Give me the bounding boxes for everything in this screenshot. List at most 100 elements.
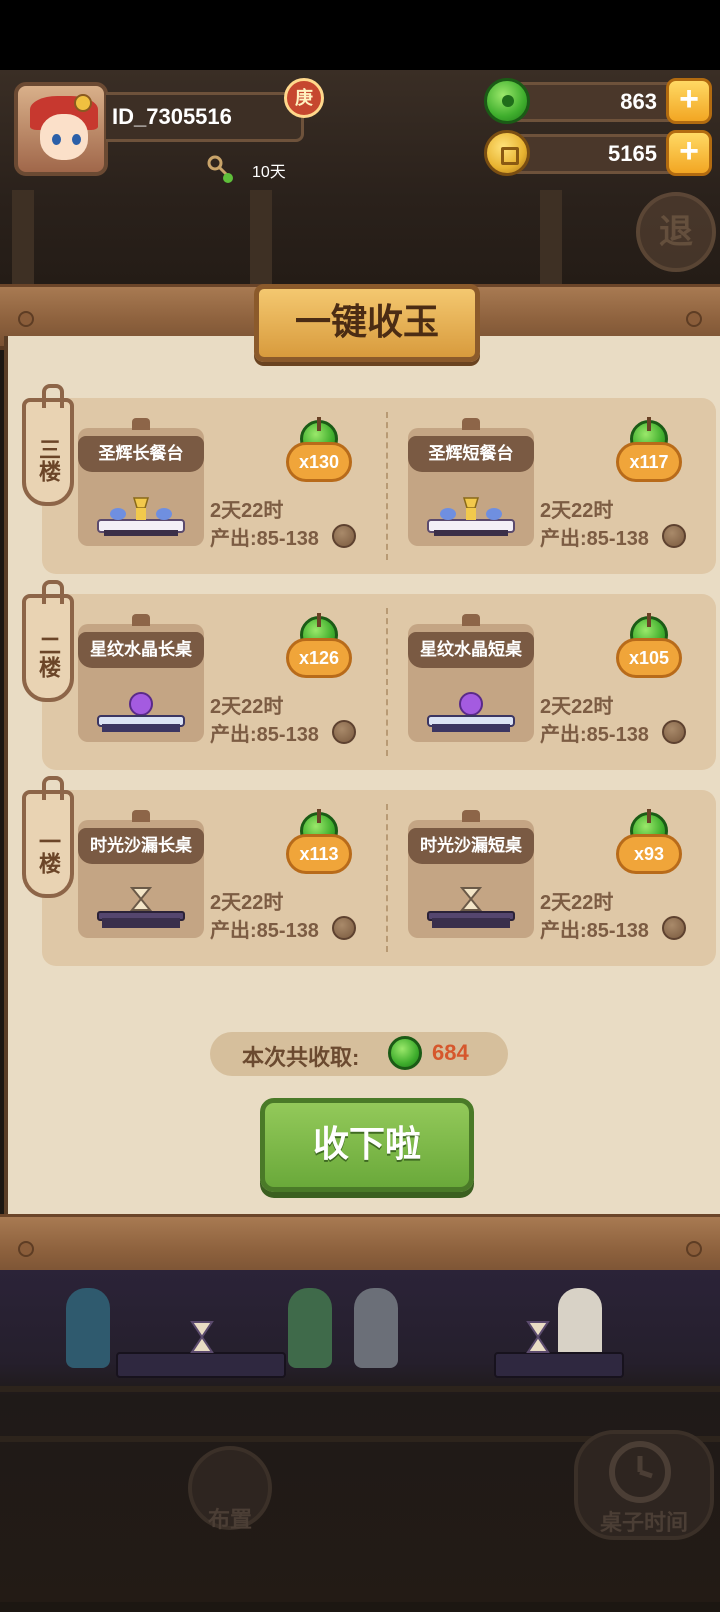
coin-icon — [332, 916, 356, 940]
floor-line — [0, 1386, 720, 1392]
jade-count-badge: x126 — [286, 613, 352, 678]
jade-icon — [388, 1036, 422, 1070]
exit-button[interactable]: 退 — [636, 192, 716, 272]
furniture-name: 星纹水晶长桌 — [78, 632, 204, 668]
output-range: 产出:85-138 — [540, 920, 649, 942]
jade-count-badge: x113 — [286, 809, 352, 874]
furniture-item: 圣辉短餐台 x117 2天22时 产出:85-138 — [372, 412, 686, 562]
player-id: ID_7305516 — [106, 92, 304, 142]
clock-icon — [609, 1441, 671, 1503]
total-value: 684 — [432, 1040, 469, 1065]
hourglass-icon — [190, 1321, 214, 1353]
floor-card-1: 一楼 时光沙漏长桌 x113 2天22时 产出:85-138 时光沙漏短桌 x9… — [22, 776, 716, 966]
floor-card-2: 二楼 星纹水晶长桌 x126 2天22时 产出:85-138 星纹水晶短桌 x1… — [22, 580, 716, 770]
jade-count: x117 — [616, 442, 682, 482]
background-beam — [540, 190, 562, 285]
furniture-item: 时光沙漏长桌 x113 2天22时 产出:85-138 — [42, 804, 356, 954]
jade-count: x126 — [286, 638, 352, 678]
jade-count: x105 — [616, 638, 682, 678]
output-range: 产出:85-138 — [540, 724, 649, 746]
furniture-item: 星纹水晶长桌 x126 2天22时 产出:85-138 — [42, 608, 356, 758]
time-remaining: 2天22时 — [210, 500, 284, 522]
background-beam — [250, 190, 272, 285]
coin-icon — [332, 720, 356, 744]
thumb-hook — [132, 418, 150, 430]
jade-count: x93 — [616, 834, 682, 874]
scene-table — [494, 1352, 624, 1378]
furniture-name: 星纹水晶短桌 — [408, 632, 534, 668]
furniture-item: 圣辉长餐台 x130 2天22时 产出:85-138 — [42, 412, 356, 562]
time-remaining: 2天22时 — [210, 696, 284, 718]
output-range: 产出:85-138 — [540, 528, 649, 550]
avatar-eye — [52, 134, 61, 145]
thumb-hook — [462, 614, 480, 626]
total-label: 本次共收取: — [242, 1045, 360, 1070]
time-remaining: 2天22时 — [540, 696, 614, 718]
customer-character — [66, 1288, 110, 1368]
furniture-name: 时光沙漏短桌 — [408, 828, 534, 864]
panel-title: 一键收玉 — [254, 284, 480, 362]
days-remaining: 10天 — [252, 164, 286, 181]
furniture-thumbnail: 圣辉长餐台 — [78, 418, 204, 546]
thumb-hook — [132, 614, 150, 626]
furniture-item: 星纹水晶短桌 x105 2天22时 产出:85-138 — [372, 608, 686, 758]
furniture-thumbnail: 圣辉短餐台 — [408, 418, 534, 546]
coin-icon — [484, 130, 530, 176]
coin-icon — [332, 524, 356, 548]
customer-character — [288, 1288, 332, 1368]
player-avatar[interactable] — [14, 82, 108, 176]
layout-button[interactable]: 布置 — [188, 1446, 272, 1532]
scene-table — [116, 1352, 286, 1378]
thumb-hook — [132, 810, 150, 822]
time-remaining: 2天22时 — [210, 892, 284, 914]
jade-icon — [484, 78, 530, 124]
total-collected: 本次共收取: 684 — [210, 1032, 508, 1076]
rank-badge: 庚 — [284, 78, 324, 118]
furniture-thumbnail: 星纹水晶长桌 — [78, 614, 204, 742]
hourglass-icon — [526, 1321, 550, 1353]
coin-icon — [662, 524, 686, 548]
status-bar — [0, 0, 720, 70]
jade-count-badge: x105 — [616, 613, 682, 678]
game-scene: 布置 桌子时间 — [0, 1270, 720, 1602]
add-jade-button[interactable]: + — [666, 78, 712, 124]
background-beam — [12, 190, 34, 285]
nail — [18, 1241, 34, 1257]
avatar-eye — [72, 134, 81, 145]
crystal-table-icon — [97, 692, 185, 732]
nail — [18, 311, 34, 327]
jade-count: x113 — [286, 834, 352, 874]
furniture-name: 圣辉短餐台 — [408, 436, 534, 472]
furniture-thumbnail: 时光沙漏短桌 — [408, 810, 534, 938]
thumb-hook — [462, 810, 480, 822]
jade-count-badge: x130 — [286, 417, 352, 482]
output-range: 产出:85-138 — [210, 724, 319, 746]
hourglass-table-icon — [97, 887, 185, 928]
key-icon — [207, 155, 233, 183]
add-coin-button[interactable]: + — [666, 130, 712, 176]
output-range: 产出:85-138 — [210, 528, 319, 550]
coin-icon — [662, 720, 686, 744]
furniture-name: 时光沙漏长桌 — [78, 828, 204, 864]
coin-icon — [662, 916, 686, 940]
furniture-thumbnail: 星纹水晶短桌 — [408, 614, 534, 742]
jade-count-badge: x93 — [616, 809, 682, 874]
nail — [686, 311, 702, 327]
furniture-name: 圣辉长餐台 — [78, 436, 204, 472]
hourglass-table-icon — [427, 887, 515, 928]
crystal-table-icon — [427, 692, 515, 732]
dining-table-icon — [97, 497, 185, 536]
thumb-hook — [462, 418, 480, 430]
furniture-thumbnail: 时光沙漏长桌 — [78, 810, 204, 938]
floor-card-3: 三楼 圣辉长餐台 x130 2天22时 产出:85-138 圣辉短餐台 x117… — [22, 384, 716, 574]
furniture-item: 时光沙漏短桌 x93 2天22时 产出:85-138 — [372, 804, 686, 954]
time-remaining: 2天22时 — [540, 500, 614, 522]
avatar-ornament — [74, 94, 92, 112]
nail — [686, 1241, 702, 1257]
waiter-character — [354, 1288, 398, 1368]
jade-count: x130 — [286, 442, 352, 482]
output-range: 产出:85-138 — [210, 920, 319, 942]
time-remaining: 2天22时 — [540, 892, 614, 914]
dining-table-icon — [427, 497, 515, 536]
collect-confirm-button[interactable]: 收下啦 — [260, 1098, 474, 1192]
